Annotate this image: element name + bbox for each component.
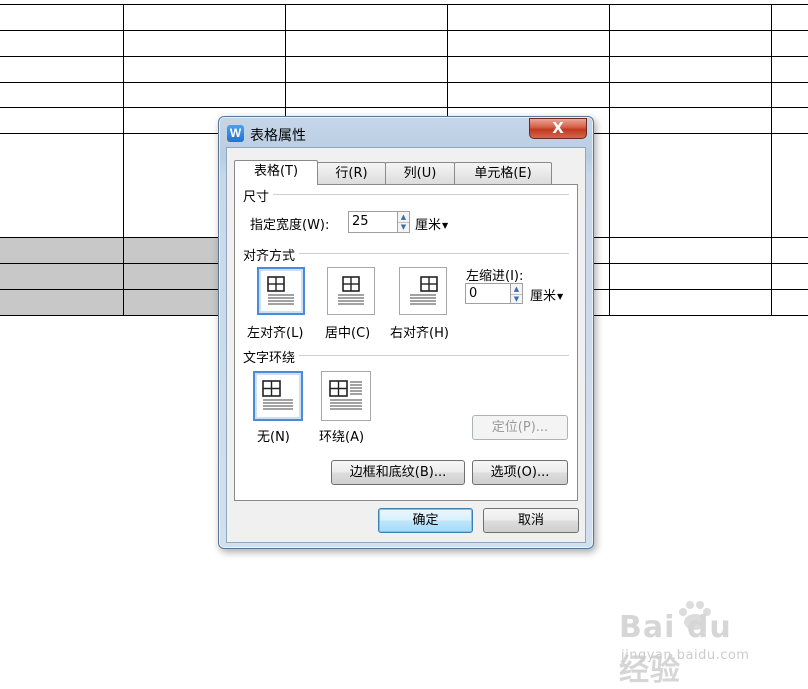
left-indent-input[interactable]: 0	[465, 283, 511, 304]
table-cell[interactable]	[0, 83, 124, 108]
table-cell[interactable]	[772, 57, 808, 83]
table-cell[interactable]	[610, 238, 772, 264]
borders-and-shading-button[interactable]: 边框和底纹(B)...	[331, 460, 465, 485]
table-cell[interactable]	[448, 57, 610, 83]
table-cell[interactable]	[124, 57, 286, 83]
table-cell[interactable]	[610, 31, 772, 57]
align-right-label: 右对齐(H)	[390, 326, 449, 341]
wrap-around-label: 环绕(A)	[319, 430, 365, 445]
table-cell[interactable]	[0, 264, 124, 290]
left-indent-label: 左缩进(I):	[466, 269, 524, 284]
table-properties-dialog: W 表格属性 X 表格(T) 行(R) 列(U) 单元格(E) 尺寸 指定宽度(…	[218, 116, 594, 549]
left-indent-spinner[interactable]: ▲ ▼	[510, 283, 523, 304]
tab-table[interactable]: 表格(T)	[234, 160, 318, 185]
options-button[interactable]: 选项(O)...	[472, 460, 568, 485]
wrap-none-label: 无(N)	[257, 430, 290, 445]
wrap-none-icon	[262, 380, 293, 410]
width-spinner[interactable]: ▲ ▼	[397, 211, 410, 233]
table-cell[interactable]	[610, 57, 772, 83]
table-cell[interactable]	[0, 5, 124, 31]
tab-cell[interactable]: 单元格(E)	[454, 162, 552, 184]
table-cell[interactable]	[772, 83, 808, 108]
table-cell[interactable]	[0, 31, 124, 57]
size-group-title: 尺寸	[243, 186, 274, 205]
table-cell[interactable]	[772, 5, 808, 31]
table-cell[interactable]	[286, 57, 448, 83]
align-left-label: 左对齐(L)	[247, 326, 304, 341]
table-cell[interactable]	[0, 57, 124, 83]
table-cell[interactable]	[124, 83, 286, 108]
cancel-button[interactable]: 取消	[483, 508, 579, 533]
close-button[interactable]: X	[529, 118, 587, 139]
wrap-around-icon	[329, 380, 362, 410]
wrap-group-title: 文字环绕	[243, 347, 300, 366]
tab-column[interactable]: 列(U)	[385, 162, 455, 184]
spin-down-icon[interactable]: ▼	[398, 222, 409, 232]
spin-down-icon[interactable]: ▼	[511, 294, 522, 303]
tab-row[interactable]: 行(R)	[317, 162, 386, 184]
align-center-option[interactable]	[327, 267, 375, 315]
table-align-right-icon	[410, 276, 438, 305]
tab-panel-table: 尺寸 指定宽度(W): 25 ▲ ▼ 厘米▼ 对齐方式 左对齐(L) 居中(C)…	[234, 184, 578, 501]
table-cell[interactable]	[286, 5, 448, 31]
wrap-around-option[interactable]	[321, 371, 371, 421]
table-cell[interactable]	[124, 31, 286, 57]
table-cell[interactable]	[610, 290, 772, 316]
table-cell[interactable]	[772, 290, 808, 316]
indent-unit-value: 厘米	[530, 289, 557, 304]
close-icon: X	[552, 119, 564, 137]
watermark-url: jingyan.baidu.com	[621, 648, 750, 663]
size-group-divider	[243, 194, 569, 195]
table-cell[interactable]	[124, 5, 286, 31]
align-center-label: 居中(C)	[325, 326, 371, 341]
dropdown-arrow-icon: ▼	[442, 221, 449, 230]
table-cell[interactable]	[448, 5, 610, 31]
table-cell[interactable]	[610, 264, 772, 290]
ok-button[interactable]: 确定	[378, 508, 473, 533]
table-cell[interactable]	[772, 134, 808, 238]
table-cell[interactable]	[0, 290, 124, 316]
width-label: 指定宽度(W):	[250, 218, 330, 233]
align-group-title: 对齐方式	[243, 245, 300, 264]
width-unit-dropdown[interactable]: 厘米▼	[415, 214, 448, 233]
dialog-body: 表格(T) 行(R) 列(U) 单元格(E) 尺寸 指定宽度(W): 25 ▲ …	[226, 147, 586, 543]
wps-writer-app-icon: W	[227, 125, 244, 142]
table-cell[interactable]	[772, 264, 808, 290]
table-cell[interactable]	[0, 134, 124, 238]
table-cell[interactable]	[0, 108, 124, 134]
table-cell[interactable]	[772, 31, 808, 57]
align-right-option[interactable]	[399, 267, 447, 315]
table-cell[interactable]	[610, 108, 772, 134]
table-cell[interactable]	[610, 83, 772, 108]
indent-unit-dropdown[interactable]: 厘米▼	[530, 285, 563, 304]
align-left-option[interactable]	[257, 267, 305, 315]
table-cell[interactable]	[610, 134, 772, 238]
table-cell[interactable]	[448, 83, 610, 108]
table-cell[interactable]	[448, 31, 610, 57]
table-cell[interactable]	[286, 83, 448, 108]
dialog-title: 表格属性	[250, 128, 306, 144]
table-align-center-icon	[338, 276, 364, 305]
table-cell[interactable]	[772, 108, 808, 134]
table-cell[interactable]	[286, 31, 448, 57]
table-cell[interactable]	[610, 5, 772, 31]
dialog-titlebar[interactable]: W 表格属性 X	[219, 117, 593, 147]
width-unit-value: 厘米	[415, 218, 442, 233]
wrap-none-option[interactable]	[253, 371, 303, 421]
table-cell[interactable]	[0, 238, 124, 264]
position-button[interactable]: 定位(P)...	[472, 415, 568, 440]
table-align-left-icon	[267, 276, 294, 305]
table-cell[interactable]	[772, 238, 808, 264]
dropdown-arrow-icon: ▼	[557, 292, 564, 301]
width-input[interactable]: 25	[348, 211, 398, 233]
baidu-jingyan-watermark: Bai du 经验 jingyan.baidu.com	[617, 600, 767, 688]
